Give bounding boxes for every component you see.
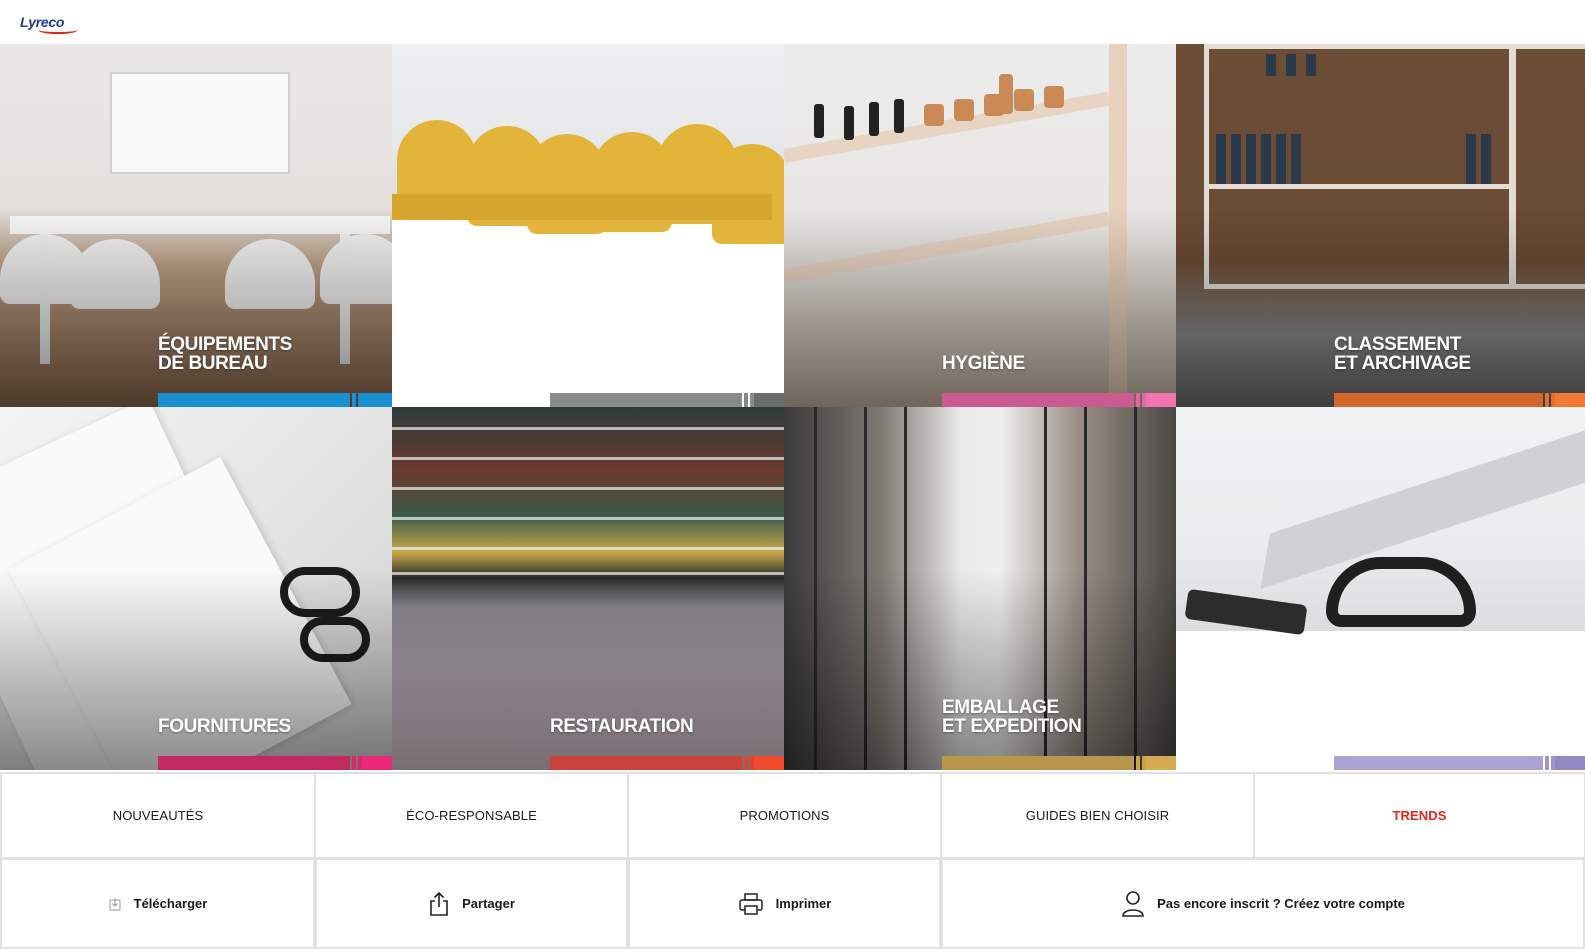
tile-classement-et-archivage[interactable]: CLASSEMENT ET ARCHIVAGE	[1176, 44, 1585, 407]
tile-label: HYGIÈNE	[942, 354, 1025, 373]
tile-label-line2: DE BUREAU	[158, 353, 268, 374]
print-button[interactable]: Imprimer	[628, 859, 941, 949]
tile-label: FOURNITURES	[158, 717, 291, 736]
tile-color-stripe	[1334, 756, 1585, 770]
nav-nouveautes[interactable]: NOUVEAUTÉS	[0, 772, 315, 859]
share-label: Partager	[462, 896, 515, 911]
logo-swoosh-icon	[38, 26, 78, 34]
create-account-button[interactable]: Pas encore inscrit ? Créez votre compte	[941, 859, 1585, 949]
nav-promotions[interactable]: PROMOTIONS	[628, 772, 941, 859]
tile-label-line2: ET EXPEDITION	[942, 716, 1082, 737]
tile-color-stripe	[550, 393, 784, 407]
tile-label-line1: HYGIÈNE	[942, 353, 1025, 374]
tile-label: RESTAURATION	[550, 716, 694, 737]
tile-restauration[interactable]: RESTAURATION	[392, 407, 784, 770]
tile-gloves[interactable]	[392, 44, 784, 407]
tile-color-stripe	[158, 393, 392, 407]
tile-label-line1: CLASSEMENT	[1334, 334, 1461, 355]
headphones-laptop-photo	[1176, 407, 1585, 636]
download-icon	[109, 897, 121, 910]
share-button[interactable]: Partager	[315, 859, 628, 949]
tile-label-line2: ET ARCHIVAGE	[1334, 353, 1471, 374]
print-label: Imprimer	[775, 896, 832, 911]
nav-eco-responsable[interactable]: ÉCO-RESPONSABLE	[315, 772, 628, 859]
category-nav: NOUVEAUTÉS ÉCO-RESPONSABLE PROMOTIONS GU…	[0, 772, 1585, 859]
tile-color-stripe	[550, 756, 784, 770]
share-icon	[430, 891, 448, 916]
tile-color-stripe	[1334, 393, 1585, 407]
tile-label-line1: EMBALLAGE	[942, 697, 1059, 718]
download-button[interactable]: Télécharger	[0, 859, 315, 949]
tile-label: EMBALLAGE ET EXPEDITION	[942, 697, 1082, 737]
lyreco-logo[interactable]: Lyreco	[20, 11, 78, 34]
tile-color-stripe	[942, 393, 1176, 407]
tile-label: ÉQUIPEMENTS DE BUREAU	[158, 335, 292, 373]
action-bar: Télécharger Partager Imprimer Pas encore…	[0, 859, 1585, 949]
tile-hygiene[interactable]: HYGIÈNE	[784, 44, 1176, 407]
tile-label-line1: ÉQUIPEMENTS	[158, 334, 292, 355]
tile-fournitures[interactable]: FOURNITURES	[0, 407, 392, 770]
tile-emballage-et-expedition[interactable]: EMBALLAGE ET EXPEDITION	[784, 407, 1176, 770]
nav-trends[interactable]: TRENDS	[1254, 772, 1585, 859]
gloves-photo	[392, 44, 784, 244]
nav-guides-bien-choisir[interactable]: GUIDES BIEN CHOISIR	[941, 772, 1254, 859]
tile-equipements-de-bureau[interactable]: ÉQUIPEMENTS DE BUREAU	[0, 44, 392, 407]
tile-color-stripe	[942, 756, 1176, 770]
tile-label-line1: RESTAURATION	[550, 716, 694, 737]
tile-trends-image[interactable]	[1176, 407, 1585, 770]
create-account-label: Pas encore inscrit ? Créez votre compte	[1157, 896, 1405, 911]
category-tile-grid: ÉQUIPEMENTS DE BUREAU HYGIÈNE CLASSEMENT…	[0, 44, 1585, 772]
page-header: Lyreco	[0, 0, 1585, 44]
tile-label: CLASSEMENT ET ARCHIVAGE	[1334, 335, 1471, 373]
tile-color-stripe	[158, 756, 392, 770]
download-label: Télécharger	[133, 896, 208, 911]
user-icon	[1122, 890, 1144, 917]
print-icon	[738, 892, 763, 915]
tile-label-line1: FOURNITURES	[158, 716, 291, 737]
